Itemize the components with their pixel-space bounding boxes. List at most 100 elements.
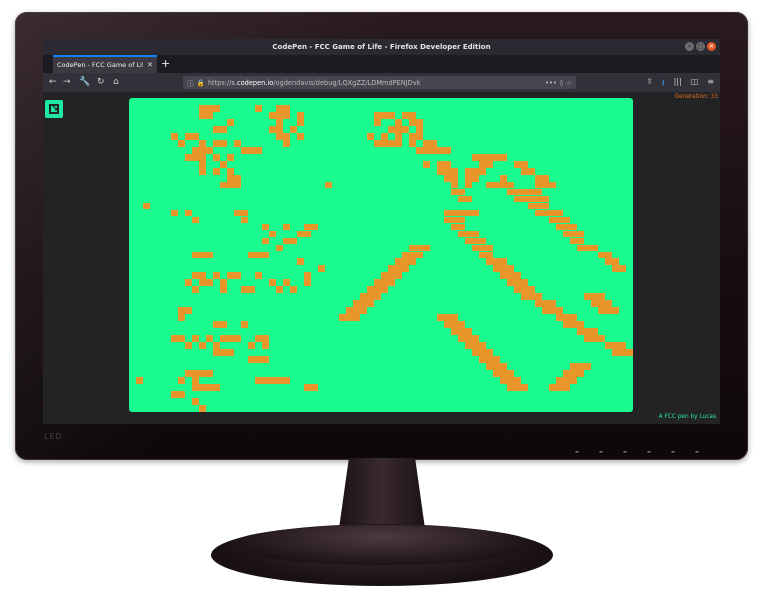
live-cell[interactable] xyxy=(479,349,486,356)
live-cell[interactable] xyxy=(556,384,563,391)
live-cell[interactable] xyxy=(402,111,409,119)
live-cell[interactable] xyxy=(199,342,206,349)
live-cell[interactable] xyxy=(367,132,374,140)
live-cell[interactable] xyxy=(556,216,563,224)
live-cell[interactable] xyxy=(549,300,556,308)
live-cell[interactable] xyxy=(178,335,185,342)
live-cell[interactable] xyxy=(178,391,185,398)
live-cell[interactable] xyxy=(479,251,486,259)
live-cell[interactable] xyxy=(472,153,479,161)
live-cell[interactable] xyxy=(605,258,612,266)
live-cell[interactable] xyxy=(248,146,255,154)
live-cell[interactable] xyxy=(437,160,444,168)
live-cell[interactable] xyxy=(402,265,409,273)
live-cell[interactable] xyxy=(542,209,549,217)
live-cell[interactable] xyxy=(542,300,549,308)
live-cell[interactable] xyxy=(360,300,367,308)
live-cell[interactable] xyxy=(577,328,584,336)
live-cell[interactable] xyxy=(227,167,234,175)
pocket-icon[interactable]: ◊ xyxy=(560,79,563,87)
live-cell[interactable] xyxy=(206,251,213,259)
live-cell[interactable] xyxy=(430,146,437,154)
live-cell[interactable] xyxy=(619,342,626,349)
live-cell[interactable] xyxy=(416,251,423,259)
live-cell[interactable] xyxy=(598,293,605,301)
live-cell[interactable] xyxy=(437,314,444,322)
live-cell[interactable] xyxy=(507,272,514,280)
game-board[interactable] xyxy=(129,98,633,412)
live-cell[interactable] xyxy=(206,335,213,342)
live-cell[interactable] xyxy=(612,307,619,315)
live-cell[interactable] xyxy=(241,209,248,217)
live-cell[interactable] xyxy=(220,181,227,189)
live-cell[interactable] xyxy=(213,125,220,133)
live-cell[interactable] xyxy=(451,174,458,182)
live-cell[interactable] xyxy=(297,132,304,140)
live-cell[interactable] xyxy=(423,160,430,168)
download-icon[interactable]: ⭳ xyxy=(662,77,665,91)
live-cell[interactable] xyxy=(479,160,486,168)
live-cell[interactable] xyxy=(535,293,542,301)
live-cell[interactable] xyxy=(381,111,388,119)
live-cell[interactable] xyxy=(521,167,528,175)
live-cell[interactable] xyxy=(409,118,416,126)
live-cell[interactable] xyxy=(374,293,381,301)
live-cell[interactable] xyxy=(262,335,269,342)
live-cell[interactable] xyxy=(192,251,199,259)
live-cell[interactable] xyxy=(542,202,549,210)
live-cell[interactable] xyxy=(367,293,374,301)
live-cell[interactable] xyxy=(577,370,584,377)
live-cell[interactable] xyxy=(220,160,227,168)
live-cell[interactable] xyxy=(521,188,528,196)
live-cell[interactable] xyxy=(528,195,535,203)
live-cell[interactable] xyxy=(493,370,500,377)
live-cell[interactable] xyxy=(556,377,563,384)
live-cell[interactable] xyxy=(227,153,234,161)
info-icon[interactable]: ⓘ xyxy=(187,78,194,88)
live-cell[interactable] xyxy=(514,195,521,203)
live-cell[interactable] xyxy=(241,321,248,329)
live-cell[interactable] xyxy=(213,167,220,175)
live-cell[interactable] xyxy=(472,244,479,252)
live-cell[interactable] xyxy=(451,209,458,217)
live-cell[interactable] xyxy=(444,216,451,224)
tools-icon[interactable]: 🔧 xyxy=(79,77,90,87)
live-cell[interactable] xyxy=(248,286,255,294)
live-cell[interactable] xyxy=(290,125,297,133)
live-cell[interactable] xyxy=(486,349,493,356)
live-cell[interactable] xyxy=(192,272,199,280)
live-cell[interactable] xyxy=(465,328,472,336)
live-cell[interactable] xyxy=(486,251,493,259)
live-cell[interactable] xyxy=(178,314,185,322)
live-cell[interactable] xyxy=(486,258,493,266)
live-cell[interactable] xyxy=(528,286,535,294)
live-cell[interactable] xyxy=(227,272,234,280)
live-cell[interactable] xyxy=(171,335,178,342)
live-cell[interactable] xyxy=(206,104,213,112)
live-cell[interactable] xyxy=(297,118,304,126)
live-cell[interactable] xyxy=(367,300,374,308)
live-cell[interactable] xyxy=(206,384,213,391)
live-cell[interactable] xyxy=(535,202,542,210)
live-cell[interactable] xyxy=(472,174,479,182)
live-cell[interactable] xyxy=(353,314,360,322)
live-cell[interactable] xyxy=(465,195,472,203)
live-cell[interactable] xyxy=(444,160,451,168)
live-cell[interactable] xyxy=(472,342,479,349)
live-cell[interactable] xyxy=(360,293,367,301)
live-cell[interactable] xyxy=(192,384,199,391)
live-cell[interactable] xyxy=(262,251,269,259)
live-cell[interactable] xyxy=(584,244,591,252)
live-cell[interactable] xyxy=(346,314,353,322)
live-cell[interactable] xyxy=(381,132,388,140)
live-cell[interactable] xyxy=(374,279,381,287)
live-cell[interactable] xyxy=(612,258,619,266)
live-cell[interactable] xyxy=(220,349,227,356)
live-cell[interactable] xyxy=(570,237,577,245)
live-cell[interactable] xyxy=(255,356,262,363)
live-cell[interactable] xyxy=(199,279,206,287)
live-cell[interactable] xyxy=(528,202,535,210)
fullscreen-button[interactable]: ↘ xyxy=(45,100,63,118)
share-icon[interactable]: ⇪ xyxy=(646,77,653,91)
live-cell[interactable] xyxy=(276,244,283,252)
